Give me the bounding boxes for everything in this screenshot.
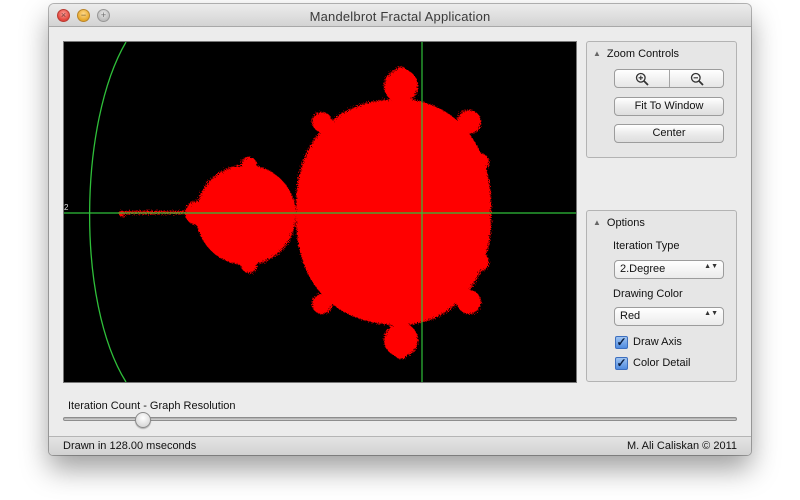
drawing-color-select[interactable]: Red ▲▼	[614, 307, 724, 326]
fractal-drawing	[64, 42, 576, 382]
top-bulb	[394, 67, 408, 81]
fit-to-window-button[interactable]: Fit To Window	[614, 97, 724, 116]
status-bar: Drawn in 128.00 mseconds M. Ali Caliskan…	[49, 436, 751, 455]
upper-side-bulb	[312, 112, 332, 132]
right-upper-bulb	[471, 153, 489, 171]
zoom-controls-title: Zoom Controls	[606, 48, 680, 60]
draw-axis-checkbox[interactable]: ✓	[615, 336, 628, 349]
iteration-type-label: Iteration Type	[613, 240, 680, 252]
render-time-status: Drawn in 128.00 mseconds	[63, 440, 197, 452]
zoom-out-button[interactable]	[670, 70, 723, 87]
period-two-bulb	[196, 165, 296, 265]
disclosure-triangle-icon[interactable]: ▲	[593, 218, 601, 227]
copyright-text: M. Ali Caliskan © 2011	[626, 440, 737, 452]
options-panel: ▲ Options Iteration Type 2.Degree ▲▼ Draw…	[586, 210, 737, 382]
upper-right-bulb	[457, 110, 481, 134]
draw-axis-label[interactable]: Draw Axis	[633, 336, 682, 348]
right-lower-bulb	[471, 253, 489, 271]
drawing-color-label: Drawing Color	[613, 288, 683, 300]
disclosure-triangle-icon[interactable]: ▲	[593, 49, 601, 58]
drawing-color-value: Red	[620, 310, 641, 322]
zoom-in-icon	[635, 72, 649, 86]
main-cardioid	[295, 98, 492, 326]
zoom-controls-panel: ▲ Zoom Controls Fit To Window Center	[586, 41, 737, 158]
iteration-slider-track[interactable]	[63, 417, 737, 421]
iteration-slider-label: Iteration Count - Graph Resolution	[68, 400, 236, 412]
zoom-in-button[interactable]	[615, 70, 670, 87]
axis-tick-label: 2	[64, 203, 69, 212]
title-bar[interactable]: × − + Mandelbrot Fractal Application	[49, 4, 751, 27]
center-button[interactable]: Center	[614, 124, 724, 143]
lower-right-bulb	[457, 290, 481, 314]
window-title: Mandelbrot Fractal Application	[309, 9, 491, 24]
select-arrows-icon: ▲▼	[704, 263, 718, 270]
period-two-bottom-bump	[241, 257, 257, 273]
options-header[interactable]: ▲ Options	[593, 217, 645, 229]
color-detail-label[interactable]: Color Detail	[633, 357, 690, 369]
iteration-slider-knob[interactable]	[135, 412, 152, 428]
app-window: × − + Mandelbrot Fractal Application 2 ▲…	[49, 4, 751, 455]
select-arrows-icon: ▲▼	[704, 310, 718, 317]
lower-side-bulb	[312, 294, 332, 314]
zoom-controls-header[interactable]: ▲ Zoom Controls	[593, 48, 679, 60]
zoom-out-icon	[690, 72, 704, 86]
color-detail-checkbox[interactable]: ✓	[615, 357, 628, 370]
fractal-canvas[interactable]: 2	[63, 41, 577, 383]
options-title: Options	[606, 217, 645, 229]
iteration-type-value: 2.Degree	[620, 263, 666, 275]
bottom-bulb	[394, 345, 408, 359]
period-two-top-bump	[241, 157, 257, 173]
zoom-segmented-control	[614, 69, 724, 88]
iteration-type-select[interactable]: 2.Degree ▲▼	[614, 260, 724, 279]
